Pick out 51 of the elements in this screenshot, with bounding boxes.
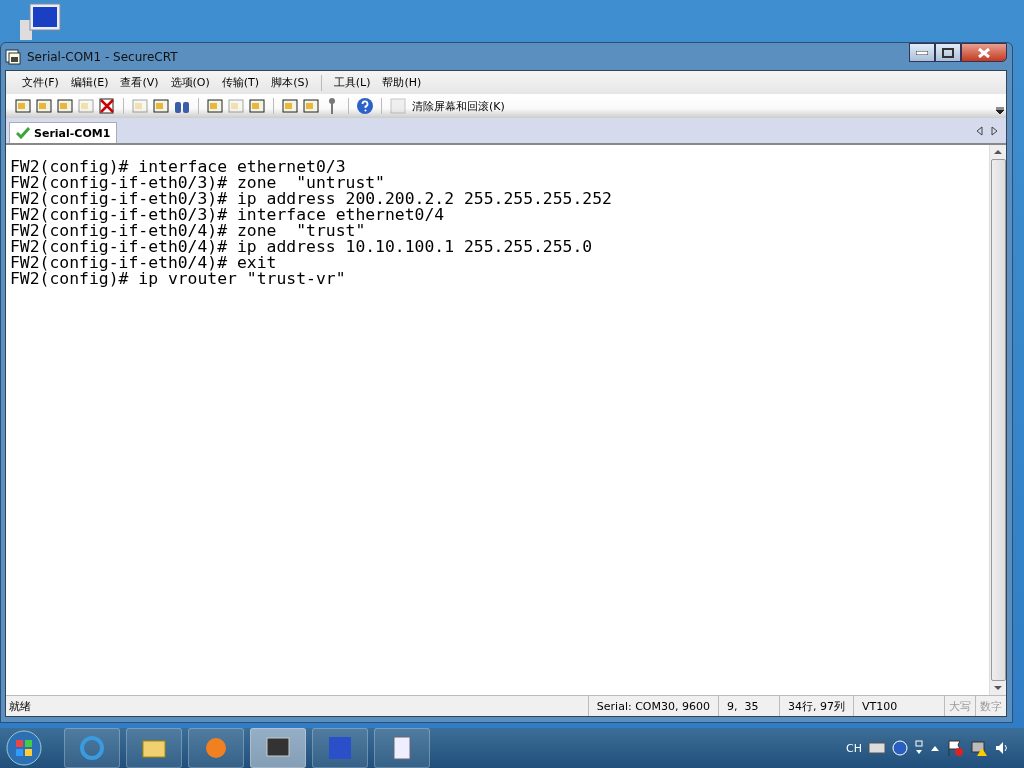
menu-item[interactable]: 选项(O) [164, 75, 216, 90]
scroll-right-icon[interactable] [991, 125, 998, 136]
close-icon [978, 47, 990, 58]
taskbar-app[interactable] [126, 728, 182, 768]
caps-lock-indicator: 大写 [944, 696, 975, 716]
maximize-icon [942, 47, 954, 58]
terminal-line: FW2(config)# interface ethernet0/3 [10, 159, 347, 175]
clear-screen-button[interactable]: 清除屏幕和回滚(K) [410, 98, 507, 114]
menu-item[interactable]: 传输(T) [215, 75, 266, 90]
close-button[interactable] [961, 43, 1007, 62]
minimize-button[interactable] [909, 43, 935, 62]
keyboard-icon[interactable] [868, 742, 886, 754]
menu-item[interactable]: 文件(F) [16, 75, 65, 90]
menu-item[interactable]: 帮助(H) [376, 75, 428, 90]
scroll-left-icon[interactable] [976, 125, 983, 136]
tray-menu-icon[interactable] [914, 740, 924, 756]
window-title: Serial-COM1 - SecureCRT [27, 49, 178, 64]
menu-item[interactable]: 脚本(S) [265, 75, 315, 90]
num-lock-indicator: 数字 [975, 696, 1006, 716]
terminal-line: FW2(config-if-eth0/4)# ip address 10.10.100.1 255.255.255.0 [10, 239, 594, 255]
terminal-line: FW2(config-if-eth0/3)# ip address 200.200.2.2 255.255.255.252 [10, 191, 613, 207]
show-hidden-icons-icon[interactable] [930, 744, 940, 752]
disconnect-icon[interactable] [98, 97, 116, 115]
maximize-button[interactable] [935, 43, 961, 62]
emulation-type: VT100 [853, 696, 944, 716]
connection-status: Serial: COM30, 9600 [587, 696, 718, 716]
session-tab[interactable]: Serial-COM1 [9, 122, 118, 143]
vertical-scrollbar[interactable] [989, 145, 1006, 695]
terminal-line: FW2(config)# ip vrouter "trust-vr" [10, 271, 347, 287]
scroll-up-icon[interactable] [994, 149, 1002, 155]
scroll-down-icon[interactable] [994, 685, 1002, 691]
language-indicator[interactable]: CH [846, 741, 862, 755]
menu-item[interactable]: 查看(V) [114, 75, 165, 90]
menu-item[interactable]: 工具(L) [327, 75, 377, 90]
terminal-line: FW2(config-if-eth0/3)# interface ethernet0/4 [10, 207, 446, 223]
overflow-icon[interactable] [996, 107, 1004, 115]
start-button[interactable] [4, 729, 44, 767]
taskbar-app[interactable] [374, 728, 430, 768]
speaker-icon[interactable] [994, 740, 1010, 756]
checkmark-icon [16, 127, 30, 139]
menu-item[interactable]: 编辑(E) [64, 75, 115, 90]
terminal-line: FW2(config-if-eth0/4)# exit [10, 255, 278, 271]
minimize-icon [916, 50, 928, 55]
status-message: 就绪 [8, 698, 32, 714]
app-icon [5, 48, 21, 65]
terminal-line: FW2(config-if-eth0/4)# zone "trust" [10, 223, 367, 239]
flag-icon[interactable] [946, 739, 964, 757]
terminal-size: 34行, 97列 [779, 696, 853, 716]
taskbar-app[interactable] [250, 728, 306, 768]
cursor-position: 9, 35 [718, 696, 779, 716]
terminal-line: FW2(config-if-eth0/3)# zone "untrust" [10, 175, 386, 191]
